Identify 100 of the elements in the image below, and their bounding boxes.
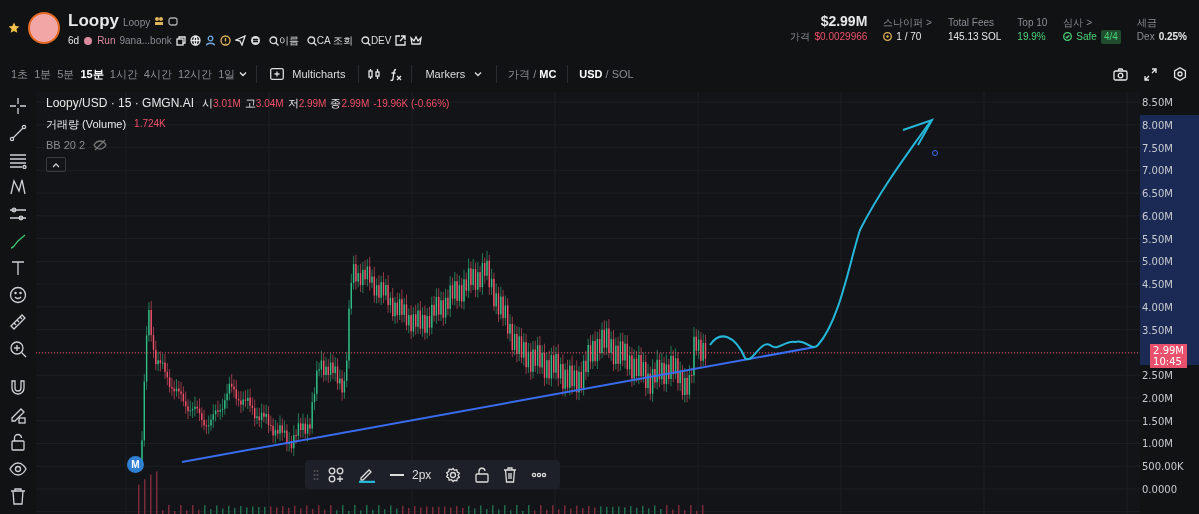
eye-icon[interactable] bbox=[9, 459, 27, 478]
markers-dropdown[interactable]: Markers bbox=[420, 65, 489, 83]
magnet-icon[interactable] bbox=[9, 378, 27, 397]
ohlc-label: 시 bbox=[202, 96, 214, 111]
target-icon bbox=[883, 32, 893, 41]
stat-value: 0.25% bbox=[1158, 29, 1187, 44]
expand-icon[interactable] bbox=[1144, 67, 1157, 81]
axis-label: 0.0000 bbox=[1141, 482, 1178, 497]
search-link[interactable]: DEV bbox=[360, 33, 392, 49]
token-avatar bbox=[28, 12, 60, 44]
plus-square-icon bbox=[270, 68, 285, 80]
audit-count: 4/4 bbox=[1100, 29, 1121, 44]
lock-icon[interactable] bbox=[9, 432, 27, 451]
stat-value: 19.9% bbox=[1017, 29, 1046, 44]
price-label: 가격 bbox=[790, 29, 811, 44]
ohlc-value: 3.01M bbox=[213, 97, 241, 111]
candles-icon[interactable] bbox=[367, 68, 382, 80]
timeframe-tab[interactable]: 4시간 bbox=[140, 65, 175, 83]
toggle-option[interactable]: MC bbox=[536, 65, 560, 83]
timeframe-tab[interactable]: 1일 bbox=[215, 65, 239, 83]
settings-icon[interactable] bbox=[1173, 67, 1187, 81]
stat-label: 세금 bbox=[1136, 15, 1158, 30]
ohlc-label: 종 bbox=[330, 96, 342, 111]
axis-label: 6.50M bbox=[1140, 183, 1199, 206]
token-address: 9ana...bonk bbox=[119, 34, 172, 49]
toggle-separator: / bbox=[533, 66, 537, 82]
market-cap: $2.99M bbox=[820, 12, 868, 30]
line-tool-icon[interactable] bbox=[9, 123, 27, 142]
chevron-down-icon[interactable] bbox=[238, 69, 249, 79]
crown-icon[interactable] bbox=[410, 35, 423, 47]
crosshair-icon[interactable] bbox=[9, 96, 27, 115]
token-name: Loopy bbox=[68, 9, 119, 32]
volume-value: 1.724K bbox=[134, 117, 166, 131]
search-icon bbox=[360, 35, 371, 46]
axis-label: 4.00M bbox=[1140, 296, 1199, 320]
token-symbol: Loopy bbox=[123, 15, 151, 30]
search-link[interactable]: CA 조회 bbox=[306, 33, 353, 49]
axis-label: 5.00M bbox=[1140, 251, 1199, 274]
toggle-option[interactable]: 가격 bbox=[505, 65, 534, 83]
paper-plane-icon[interactable] bbox=[234, 35, 246, 47]
run-label: Run bbox=[97, 34, 116, 49]
multicharts-button[interactable]: Multicharts bbox=[265, 65, 351, 83]
line-icon bbox=[390, 472, 404, 477]
token-age: 6d bbox=[68, 34, 80, 49]
shield-check-icon bbox=[1063, 32, 1073, 41]
timeframe-tab[interactable]: 5분 bbox=[54, 65, 78, 83]
axis-label: 4.50M bbox=[1140, 274, 1199, 297]
toggle-option[interactable]: SOL bbox=[608, 65, 637, 83]
indicator-label: BB 20 2 bbox=[46, 137, 86, 153]
stat-label[interactable]: 스나이퍼 > bbox=[883, 15, 932, 30]
timeframe-tab[interactable]: 15분 bbox=[77, 65, 107, 83]
circle-lines-icon[interactable] bbox=[249, 35, 261, 47]
marker-bubble[interactable]: M bbox=[127, 456, 144, 473]
axis-label: 2.50M bbox=[1141, 369, 1174, 383]
star-icon[interactable] bbox=[8, 22, 20, 34]
ruler-icon[interactable] bbox=[9, 312, 27, 331]
stat-value: 1 / 70 bbox=[896, 29, 922, 44]
pattern-icon[interactable] bbox=[9, 177, 27, 196]
trash-icon[interactable] bbox=[503, 466, 518, 483]
timeframe-tab[interactable]: 1시간 bbox=[106, 65, 141, 83]
unlock-icon[interactable] bbox=[475, 466, 490, 483]
ohlc-value: 3.04M bbox=[255, 97, 284, 111]
collapse-button[interactable] bbox=[46, 157, 66, 172]
text-icon[interactable] bbox=[9, 258, 27, 277]
copy-icon[interactable] bbox=[175, 35, 186, 46]
people-icon bbox=[154, 15, 165, 26]
stat-value: Safe bbox=[1076, 29, 1097, 44]
line-width-button[interactable]: 2px bbox=[385, 465, 437, 484]
zoom-in-icon[interactable] bbox=[9, 339, 27, 358]
external-link-icon[interactable] bbox=[395, 35, 407, 47]
timeframe-tab[interactable]: 12시간 bbox=[174, 65, 216, 83]
eye-slash-icon[interactable] bbox=[93, 138, 108, 151]
search-link[interactable]: 이름 bbox=[268, 33, 299, 49]
smile-icon[interactable] bbox=[9, 285, 27, 304]
chevron-up-icon bbox=[52, 161, 60, 168]
stat-label: Top 10 bbox=[1017, 15, 1048, 30]
search-icon bbox=[268, 35, 279, 46]
price-value: $0.0029966 bbox=[814, 29, 868, 44]
stat-label: Total Fees bbox=[947, 15, 996, 30]
stat-label[interactable]: 심사 > bbox=[1063, 15, 1121, 30]
stat-value: 145.13 SOL bbox=[947, 29, 1002, 44]
function-icon[interactable] bbox=[389, 67, 404, 81]
settings-icon[interactable] bbox=[445, 466, 462, 483]
globe-icon[interactable] bbox=[189, 35, 201, 47]
volume-label: 거래량 (Volume) bbox=[46, 117, 127, 132]
axis-label: 1.50M bbox=[1141, 414, 1174, 429]
alert-icon[interactable] bbox=[219, 35, 231, 47]
trash-icon[interactable] bbox=[9, 486, 27, 505]
toggle-option[interactable]: USD bbox=[576, 65, 606, 83]
drag-handle-icon[interactable] bbox=[313, 468, 319, 481]
price-tag-time: 10:45 bbox=[1153, 356, 1183, 367]
axis-label: 6.00M bbox=[1140, 205, 1199, 229]
camera-icon[interactable] bbox=[1113, 67, 1128, 81]
timeframe-tab[interactable]: 1분 bbox=[31, 65, 55, 83]
axis-label: 5.50M bbox=[1140, 228, 1199, 252]
timeframe-tab[interactable]: 1초 bbox=[8, 65, 32, 83]
price-tag-value: 2.99M bbox=[1153, 345, 1184, 356]
person-icon[interactable] bbox=[204, 35, 216, 47]
shapes-plus-icon[interactable] bbox=[328, 466, 344, 483]
axis-label: 1.00M bbox=[1141, 437, 1174, 452]
